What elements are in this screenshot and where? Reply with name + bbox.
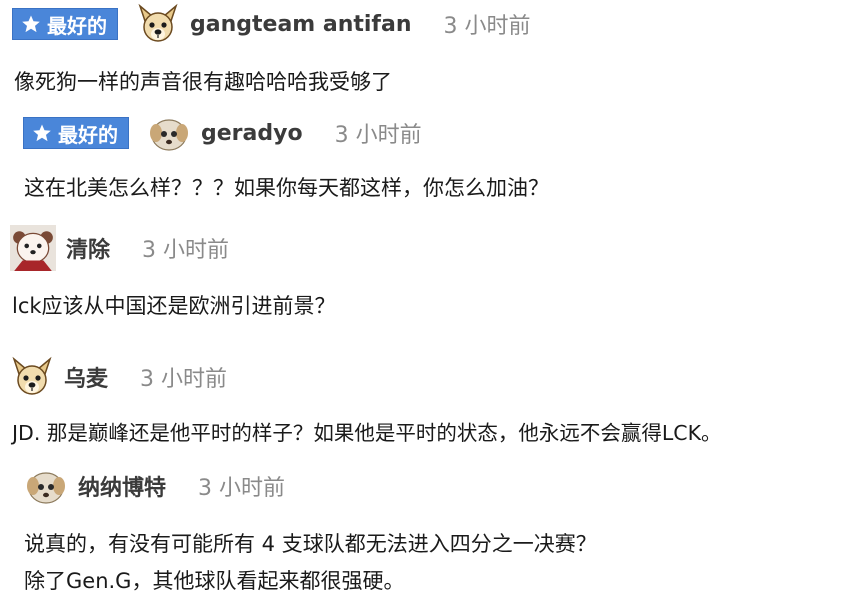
comment-text: lck应该从中国还是欧洲引进前景？ [12, 294, 336, 318]
username[interactable]: gangteam antifan [190, 12, 412, 37]
comment-header: 乌麦 3 小时前 [0, 355, 858, 399]
comment-4: 乌麦 3 小时前 JD. 那是巅峰还是他平时的样子？如果他是平时的状态，他永远不… [0, 355, 858, 445]
comment-text: 说真的，有没有可能所有 4 支球队都无法进入四分之一决赛？ [24, 532, 597, 556]
comment-1: 最好的 gangteam antifan 3 小时前 像死狗一样的声音很有趣哈哈… [0, 2, 858, 94]
timestamp: 3 小时前 [140, 367, 228, 392]
best-badge[interactable]: 最好的 [12, 8, 118, 40]
dog-avatar[interactable] [10, 355, 54, 399]
comment-text: 像死狗一样的声音很有趣哈哈哈我受够了 [14, 70, 392, 94]
comment-text: JD. 那是巅峰还是他平时的样子？如果他是平时的状态，他永远不会赢得LCK。 [12, 421, 722, 445]
comment-header: 清除 3 小时前 [0, 226, 858, 270]
puppy-avatar[interactable] [24, 464, 68, 508]
comment-2: 最好的 geradyo 3 小时前 这在北美怎么样？？？如果你每天都这样，你怎么… [0, 111, 858, 200]
username[interactable]: 纳纳博特 [78, 470, 166, 502]
timestamp: 3 小时前 [198, 476, 286, 501]
comment-3: 清除 3 小时前 lck应该从中国还是欧洲引进前景？ [0, 226, 858, 318]
username[interactable]: geradyo [201, 121, 303, 146]
timestamp: 3 小时前 [142, 238, 230, 263]
comment-text: 这在北美怎么样？？？如果你每天都这样，你怎么加油？ [24, 176, 549, 200]
dog-avatar[interactable] [136, 2, 180, 46]
puppy-avatar[interactable] [147, 111, 191, 155]
timestamp: 3 小时前 [334, 123, 422, 148]
badge-label: 最好的 [58, 122, 118, 147]
timestamp: 3 小时前 [443, 14, 531, 39]
comment-header: 纳纳博特 3 小时前 [0, 464, 858, 508]
comment-header: 最好的 gangteam antifan 3 小时前 [0, 2, 858, 46]
badge-label: 最好的 [47, 13, 107, 38]
best-badge[interactable]: 最好的 [23, 117, 129, 149]
username[interactable]: 乌麦 [64, 361, 108, 393]
comment-5: 纳纳博特 3 小时前 说真的，有没有可能所有 4 支球队都无法进入四分之一决赛？… [0, 464, 858, 593]
comment-header: 最好的 geradyo 3 小时前 [0, 111, 858, 155]
comment-text: 除了Gen.G，其他球队看起来都很强硬。 [24, 569, 405, 593]
star-icon [32, 123, 52, 143]
bear-avatar[interactable] [10, 225, 56, 271]
username[interactable]: 清除 [66, 232, 110, 264]
star-icon [21, 14, 41, 34]
